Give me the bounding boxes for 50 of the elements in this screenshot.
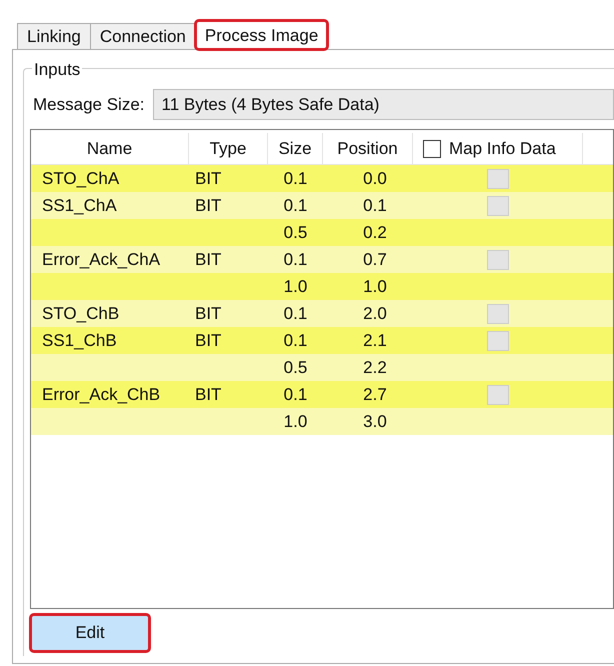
row-checkbox[interactable]	[487, 250, 509, 270]
table-cell: 0.5	[284, 358, 308, 377]
row-checkbox[interactable]	[487, 384, 509, 404]
row-checkbox[interactable]	[487, 168, 509, 188]
table-cell: 0.1	[284, 384, 308, 404]
table-cell: 0.1	[284, 168, 308, 188]
message-size-dropdown[interactable]: 11 Bytes (4 Bytes Safe Data)	[152, 89, 614, 120]
edit-button[interactable]: Edit	[30, 614, 150, 652]
table-cell: Error_Ack_ChB	[42, 384, 160, 404]
table-cell: Error_Ack_ChA	[42, 250, 160, 269]
table-cell: 1.0	[284, 276, 308, 296]
table-cell: 2.2	[363, 358, 387, 377]
column-header: Name	[31, 133, 189, 164]
table-cell: 2.1	[363, 330, 387, 350]
table-cell: 0.1	[284, 330, 308, 350]
table-cell: 1.0	[363, 276, 387, 296]
table-cell: BIT	[195, 384, 222, 404]
table-cell: 0.2	[363, 222, 387, 242]
table-cell: SS1_ChA	[42, 196, 117, 215]
table-cell: 0.0	[363, 168, 387, 188]
header-checkbox[interactable]	[423, 140, 441, 158]
table-cell: BIT	[195, 196, 222, 215]
table-cell: 3.0	[363, 412, 387, 431]
table-cell: 0.7	[363, 250, 387, 269]
table-cell: 2.7	[363, 384, 387, 404]
table-cell: BIT	[195, 250, 222, 269]
table-cell: 0.1	[284, 196, 308, 215]
table-cell: 0.1	[284, 304, 308, 323]
table-cell: BIT	[195, 330, 222, 350]
column-header: Map Info Data	[449, 138, 556, 160]
message-size-label: Message Size:	[33, 94, 144, 116]
table-cell: STO_ChB	[42, 304, 120, 323]
table-cell: 1.0	[284, 412, 308, 431]
column-header: Size	[268, 133, 323, 164]
table-cell: 2.0	[363, 304, 387, 323]
table-cell: 0.1	[284, 250, 308, 269]
row-checkbox[interactable]	[487, 196, 509, 216]
tab[interactable]: Connection	[90, 23, 195, 49]
column-header: Type	[189, 133, 268, 164]
row-checkbox[interactable]	[487, 330, 509, 350]
table-cell: BIT	[195, 168, 222, 188]
tab[interactable]: Process Image	[194, 20, 328, 50]
table-cell: 0.1	[363, 196, 387, 215]
table-cell: BIT	[195, 304, 222, 323]
row-checkbox[interactable]	[487, 304, 509, 324]
column-header: Position	[323, 133, 413, 164]
tab[interactable]: Linking	[17, 23, 90, 49]
table-cell: 0.5	[284, 222, 308, 242]
table-cell: SS1_ChB	[42, 330, 117, 350]
table-cell: STO_ChA	[42, 168, 120, 188]
